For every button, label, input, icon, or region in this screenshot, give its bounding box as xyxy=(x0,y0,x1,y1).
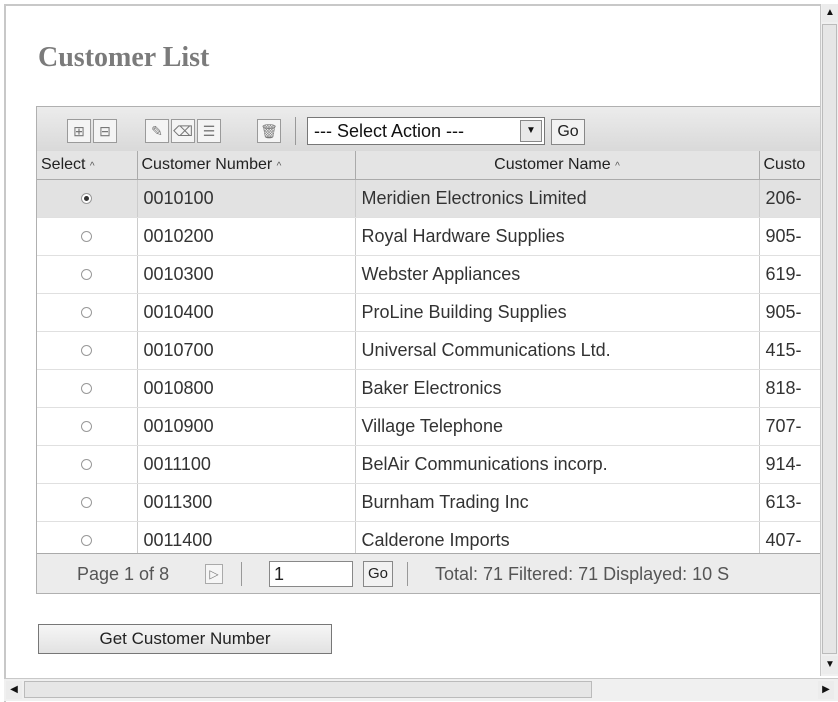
customer-table: Select ^ Customer Number ^ Customer Name… xyxy=(37,151,825,560)
select-action-dropdown[interactable]: --- Select Action --- ▼ xyxy=(307,117,545,145)
pager-separator xyxy=(241,562,242,586)
scroll-left-icon[interactable]: ◀ xyxy=(6,681,22,699)
sort-icon[interactable]: ^ xyxy=(90,161,95,172)
customer-number-cell: 0010800 xyxy=(137,369,356,408)
table-header-row: Select ^ Customer Number ^ Customer Name… xyxy=(37,151,825,180)
page-frame: Customer List ⊞ ⊟ ✎ ⌫ ☰ 🗑 --- Select Act… xyxy=(4,4,838,702)
customer-name-cell: Universal Communications Ltd. xyxy=(355,331,760,370)
column-header-customer-phone[interactable]: Custo xyxy=(759,151,825,180)
toolbar-separator xyxy=(295,117,296,145)
edit-pencil-icon[interactable]: ✎ xyxy=(145,119,169,143)
customer-phone-cell: 619- xyxy=(759,255,825,294)
row-select-radio[interactable] xyxy=(81,345,93,356)
table-row[interactable]: 0011300 Burnham Trading Inc 613- xyxy=(37,483,825,522)
table-row[interactable]: 0011100 BelAir Communications incorp. 91… xyxy=(37,445,825,484)
customer-number-cell: 0010300 xyxy=(137,255,356,294)
row-select-radio[interactable] xyxy=(81,421,93,432)
grid-toolbar: ⊞ ⊟ ✎ ⌫ ☰ 🗑 --- Select Action --- ▼ Go xyxy=(37,107,825,152)
customer-number-cell: 0010900 xyxy=(137,407,356,446)
customer-phone-cell: 914- xyxy=(759,445,825,484)
row-select-radio[interactable] xyxy=(81,535,93,546)
customer-number-cell: 0010100 xyxy=(137,179,356,218)
row-select-radio[interactable] xyxy=(81,269,93,280)
scroll-right-icon[interactable]: ▶ xyxy=(818,681,834,699)
table-row[interactable]: 0010900 Village Telephone 707- xyxy=(37,407,825,446)
row-select-radio[interactable] xyxy=(81,307,93,318)
row-count-status: Total: 71 Filtered: 71 Displayed: 10 S xyxy=(435,564,730,584)
expand-rows-icon[interactable]: ⊞ xyxy=(67,119,91,143)
page-go-button[interactable]: Go xyxy=(363,561,393,587)
sort-icon[interactable]: ^ xyxy=(277,161,282,172)
row-select-radio[interactable] xyxy=(81,459,93,470)
vertical-scroll-thumb[interactable] xyxy=(822,24,837,654)
action-go-button[interactable]: Go xyxy=(551,119,585,145)
select-action-value: --- Select Action --- xyxy=(314,121,465,141)
customer-phone-cell: 613- xyxy=(759,483,825,522)
customer-name-cell: Burnham Trading Inc xyxy=(355,483,760,522)
table-row[interactable]: 0010800 Baker Electronics 818- xyxy=(37,369,825,408)
vertical-scrollbar[interactable]: ▲ ▼ xyxy=(820,4,838,676)
table-row[interactable]: 0010700 Universal Communications Ltd. 41… xyxy=(37,331,825,370)
get-customer-number-button[interactable]: Get Customer Number xyxy=(38,624,332,654)
customer-name-cell: BelAir Communications incorp. xyxy=(355,445,760,484)
customer-number-cell: 0010700 xyxy=(137,331,356,370)
customer-phone-cell: 415- xyxy=(759,331,825,370)
customer-name-cell: Baker Electronics xyxy=(355,369,760,408)
customer-name-cell: Meridien Electronics Limited xyxy=(355,179,760,218)
customer-number-cell: 0011100 xyxy=(137,445,356,484)
horizontal-scrollbar[interactable]: ◀ ▶ xyxy=(4,678,838,701)
customer-number-cell: 0011300 xyxy=(137,483,356,522)
customer-number-cell: 0010200 xyxy=(137,217,356,256)
customer-phone-cell: 818- xyxy=(759,369,825,408)
pager-separator xyxy=(407,562,408,586)
row-select-radio[interactable] xyxy=(81,193,93,204)
row-select-radio[interactable] xyxy=(81,231,93,242)
page-indicator: Page 1 of 8 xyxy=(77,564,170,584)
scroll-down-icon[interactable]: ▼ xyxy=(822,656,838,674)
customer-name-cell: ProLine Building Supplies xyxy=(355,293,760,332)
table-pager: Page 1 of 8 ▷ 1 Go Total: 71 Filtered: 7… xyxy=(37,553,825,593)
column-header-customer-name[interactable]: Customer Name ^ xyxy=(355,151,760,180)
table-row[interactable]: 0010200 Royal Hardware Supplies 905- xyxy=(37,217,825,256)
collapse-rows-icon[interactable]: ⊟ xyxy=(93,119,117,143)
details-icon[interactable]: ☰ xyxy=(197,119,221,143)
next-page-icon[interactable]: ▷ xyxy=(205,564,223,584)
erase-icon[interactable]: ⌫ xyxy=(171,119,195,143)
customer-name-cell: Webster Appliances xyxy=(355,255,760,294)
delete-trash-icon[interactable]: 🗑 xyxy=(257,119,281,143)
column-header-customer-number[interactable]: Customer Number ^ xyxy=(137,151,356,180)
horizontal-scroll-thumb[interactable] xyxy=(24,681,592,698)
customer-name-cell: Royal Hardware Supplies xyxy=(355,217,760,256)
page-number-input[interactable]: 1 xyxy=(269,561,353,587)
customer-phone-cell: 206- xyxy=(759,179,825,218)
column-header-select[interactable]: Select ^ xyxy=(37,151,138,180)
page-title: Customer List xyxy=(38,42,210,73)
sort-icon[interactable]: ^ xyxy=(615,161,620,172)
customer-phone-cell: 707- xyxy=(759,407,825,446)
chevron-down-icon[interactable]: ▼ xyxy=(520,120,542,142)
table-row[interactable]: 0010300 Webster Appliances 619- xyxy=(37,255,825,294)
row-select-radio[interactable] xyxy=(81,383,93,394)
scroll-up-icon[interactable]: ▲ xyxy=(822,4,838,22)
table-row[interactable]: 0010100 Meridien Electronics Limited 206… xyxy=(37,179,825,218)
customer-number-cell: 0010400 xyxy=(137,293,356,332)
customer-phone-cell: 905- xyxy=(759,217,825,256)
customer-phone-cell: 905- xyxy=(759,293,825,332)
row-select-radio[interactable] xyxy=(81,497,93,508)
customer-grid: ⊞ ⊟ ✎ ⌫ ☰ 🗑 --- Select Action --- ▼ Go S… xyxy=(36,106,826,594)
customer-name-cell: Village Telephone xyxy=(355,407,760,446)
table-row[interactable]: 0010400 ProLine Building Supplies 905- xyxy=(37,293,825,332)
